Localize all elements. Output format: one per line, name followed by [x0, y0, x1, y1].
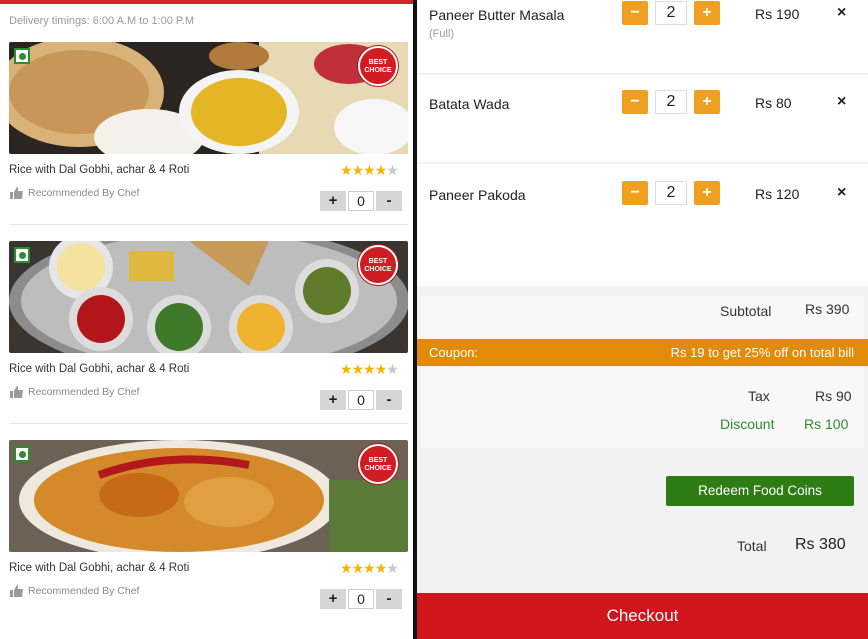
rating-stars: ★★★★★ [340, 560, 399, 577]
discount-label: Discount [720, 416, 775, 432]
quantity-value: 0 [348, 390, 374, 410]
cart-item-price: Rs 190 [755, 6, 800, 22]
discount-value: Rs 100 [804, 416, 849, 432]
thumbs-up-icon [10, 585, 23, 597]
remove-item-icon[interactable]: × [837, 93, 846, 111]
star-icon: ★ [363, 162, 376, 178]
recommended-text: Recommended By Chef [28, 386, 140, 398]
decrement-button[interactable]: − [622, 90, 648, 114]
increment-button[interactable]: + [694, 90, 720, 114]
total-value: Rs 380 [795, 536, 846, 553]
best-choice-badge: BEST CHOICE [358, 46, 398, 86]
recommended-text: Recommended By Chef [28, 187, 140, 199]
quantity-value: 2 [655, 90, 687, 114]
star-icon: ★ [374, 560, 388, 576]
decrement-button[interactable]: − [622, 181, 648, 205]
thumbs-up-icon [10, 187, 23, 199]
star-empty-icon: ★ [386, 361, 399, 377]
menu-item-card[interactable]: BEST CHOICE Rice with Dal Gobhi, achar & … [0, 241, 413, 437]
cart-item-variant: (Full) [429, 28, 455, 40]
menu-item-name: Rice with Dal Gobhi, achar & 4 Roti [9, 164, 190, 176]
coupon-label: Coupon: [429, 345, 479, 360]
increment-button[interactable]: + [320, 191, 346, 211]
best-choice-badge: BEST CHOICE [358, 245, 398, 285]
remove-item-icon[interactable]: × [837, 4, 846, 22]
cart-item-name: Paneer Butter Masala [429, 7, 565, 23]
cart-item-price: Rs 80 [755, 95, 792, 111]
divider [9, 423, 408, 424]
food-image: BEST CHOICE [9, 440, 408, 552]
quantity-stepper: + 0 - [320, 191, 402, 211]
tax-value: Rs 90 [815, 388, 852, 404]
star-icon: ★ [363, 361, 376, 377]
star-icon: ★ [351, 361, 365, 377]
veg-indicator-icon [14, 446, 30, 462]
rating-stars: ★★★★★ [340, 162, 399, 179]
food-image: BEST CHOICE [9, 42, 408, 154]
recommended-text: Recommended By Chef [28, 585, 140, 597]
star-icon: ★ [374, 361, 388, 377]
veg-indicator-icon [14, 247, 30, 263]
divider [9, 224, 408, 225]
remove-item-icon[interactable]: × [837, 184, 846, 202]
star-icon: ★ [363, 560, 376, 576]
recommended-label: Recommended By Chef [10, 585, 139, 597]
cart-pane: Paneer Butter Masala (Full) − 2 + Rs 190… [417, 0, 868, 639]
cart-item: Batata Wada − 2 + Rs 80 × [417, 75, 868, 162]
cart-item: Paneer Butter Masala (Full) − 2 + Rs 190… [417, 0, 868, 73]
star-icon: ★ [351, 162, 365, 178]
rating-stars: ★★★★★ [340, 361, 399, 378]
thumbs-up-icon [10, 386, 23, 398]
food-image: BEST CHOICE [9, 241, 408, 353]
star-icon: ★ [374, 162, 388, 178]
increment-button[interactable]: + [694, 1, 720, 25]
increment-button[interactable]: + [694, 181, 720, 205]
star-icon: ★ [340, 162, 353, 178]
menu-item-card[interactable]: BEST CHOICE Rice with Dal Gobhi, achar & … [0, 440, 413, 636]
star-icon: ★ [351, 560, 365, 576]
veg-indicator-icon [14, 48, 30, 64]
menu-pane: Delivery timings: 6:00 A.M to 1:00 P.M B… [0, 0, 413, 639]
cart-item: Paneer Pakoda − 2 + Rs 120 × [417, 164, 868, 286]
star-empty-icon: ★ [386, 560, 399, 576]
total-label: Total [737, 538, 767, 554]
quantity-stepper: + 0 - [320, 589, 402, 609]
increment-button[interactable]: + [320, 589, 346, 609]
top-accent-bar [0, 0, 413, 4]
star-empty-icon: ★ [386, 162, 399, 178]
quantity-value: 0 [348, 589, 374, 609]
menu-item-name: Rice with Dal Gobhi, achar & 4 Roti [9, 562, 190, 574]
subtotal-label: Subtotal [720, 303, 772, 319]
checkout-button[interactable]: Checkout [417, 593, 868, 639]
quantity-stepper: + 0 - [320, 390, 402, 410]
quantity-value: 2 [655, 181, 687, 205]
app-root: Delivery timings: 6:00 A.M to 1:00 P.M B… [0, 0, 868, 639]
cart-item-name: Paneer Pakoda [429, 187, 526, 203]
increment-button[interactable]: + [320, 390, 346, 410]
delivery-timings: Delivery timings: 6:00 A.M to 1:00 P.M [9, 15, 195, 27]
decrement-button[interactable]: - [376, 191, 402, 211]
decrement-button[interactable]: - [376, 589, 402, 609]
recommended-label: Recommended By Chef [10, 187, 139, 199]
tax-label: Tax [748, 388, 770, 404]
cart-item-price: Rs 120 [755, 186, 800, 202]
coupon-banner[interactable]: Coupon: Rs 19 to get 25% off on total bi… [417, 339, 868, 366]
subtotal-value: Rs 390 [805, 301, 850, 317]
star-icon: ★ [340, 560, 353, 576]
decrement-button[interactable]: − [622, 1, 648, 25]
quantity-value: 0 [348, 191, 374, 211]
bill-summary [421, 296, 864, 448]
decrement-button[interactable]: - [376, 390, 402, 410]
cart-item-name: Batata Wada [429, 96, 510, 112]
recommended-label: Recommended By Chef [10, 386, 139, 398]
best-choice-badge: BEST CHOICE [358, 444, 398, 484]
coupon-offer: Rs 19 to get 25% off on total bill [670, 345, 854, 360]
menu-item-card[interactable]: BEST CHOICE Rice with Dal Gobhi, achar & … [0, 42, 413, 238]
menu-item-name: Rice with Dal Gobhi, achar & 4 Roti [9, 363, 190, 375]
redeem-food-coins-button[interactable]: Redeem Food Coins [666, 476, 854, 506]
quantity-value: 2 [655, 1, 687, 25]
star-icon: ★ [340, 361, 353, 377]
